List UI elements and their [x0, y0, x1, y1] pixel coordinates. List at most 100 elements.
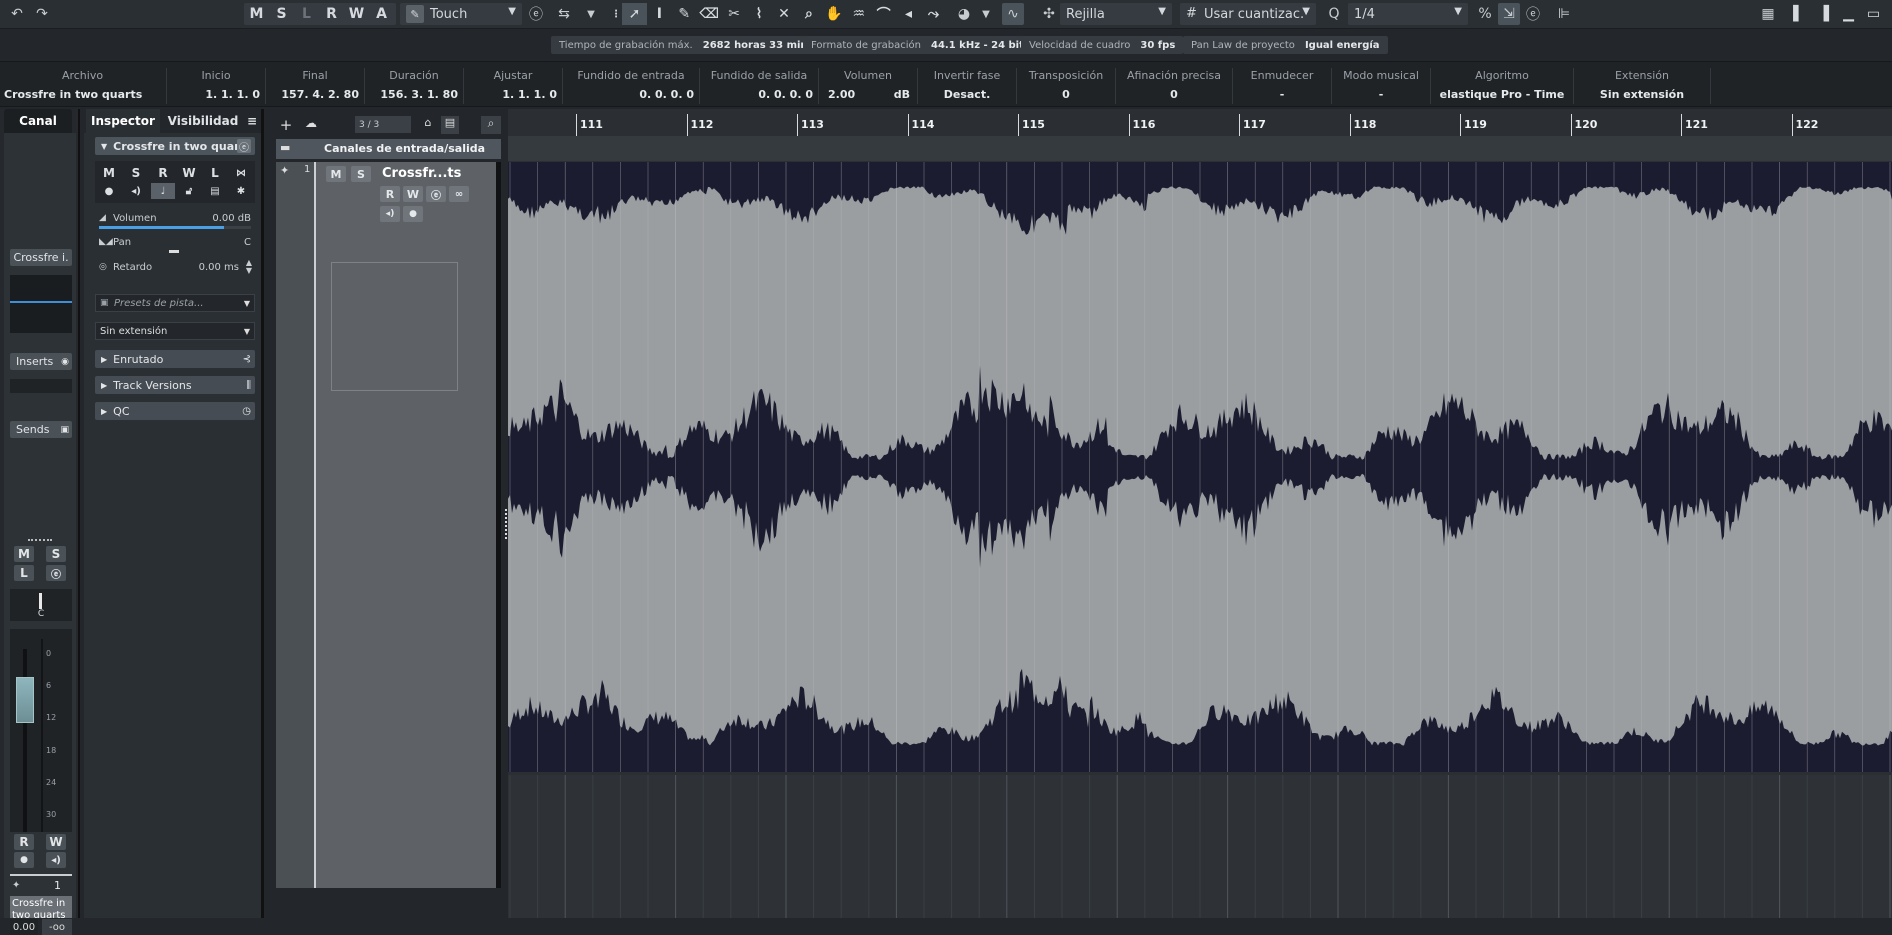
split-tool-icon[interactable]: ✂ [722, 3, 747, 25]
home-icon[interactable]: ⌂ [419, 116, 437, 134]
record-enable-icon[interactable]: ● [14, 852, 34, 868]
left-zone-icon[interactable]: ▌ [1786, 3, 1811, 25]
quantize-type-dropdown[interactable]: # Usar cuantizac. ▼ [1180, 3, 1316, 25]
layout-icon[interactable]: ▦ [1757, 3, 1779, 25]
quantize-icon[interactable]: Q [1323, 3, 1345, 25]
lock-icon[interactable]: 🔓︎ [177, 183, 201, 199]
asterisk-icon[interactable]: ✱ [229, 183, 253, 199]
write-button[interactable]: W [403, 186, 423, 202]
inserts-slot[interactable] [10, 379, 72, 393]
iterative-quantize-icon[interactable]: % [1474, 3, 1496, 25]
track-section-header[interactable]: ▼ Crossfre in two quarts ⓔ [95, 137, 255, 155]
max-rec-time-pill[interactable]: Tiempo de grabación máx. 2682 horas 33 m… [551, 36, 822, 54]
frame-rate-pill[interactable]: Velocidad de cuadro 30 fps [1021, 36, 1184, 54]
chevron-down-icon[interactable]: ▼ [975, 3, 997, 25]
solo-all-button[interactable]: S [269, 3, 294, 25]
track-picture-area[interactable] [331, 262, 458, 391]
snap-icon[interactable]: ✣ [1038, 3, 1060, 25]
info-invertir-fase[interactable]: Invertir fase Desact. [919, 62, 1015, 108]
mute-all-button[interactable]: M [244, 3, 269, 25]
write-button[interactable]: W [46, 834, 66, 850]
zoom-tool-icon[interactable]: ⌕ [796, 3, 821, 25]
time-warp-tool-icon[interactable]: ♒ [846, 3, 871, 25]
info-ajustar[interactable]: Ajustar 1. 1. 1. 0 [465, 62, 561, 108]
info-final[interactable]: Final 157. 4. 2. 80 [267, 62, 363, 108]
monitor-icon[interactable]: ◂) [380, 206, 400, 222]
read-button[interactable]: R [14, 834, 34, 850]
lanes-icon[interactable]: ∞ [449, 186, 469, 202]
info-algoritmo[interactable]: Algoritmo elastique Pro - Time [1432, 62, 1572, 108]
folder-track-header[interactable]: ▬ Canales de entrada/salida [276, 139, 501, 159]
lower-zone-icon[interactable]: ▁ [1836, 3, 1861, 25]
listen-button[interactable]: L [14, 565, 34, 581]
align-icon[interactable]: ⊫ [1553, 3, 1575, 25]
info-fundido-entrada[interactable]: Fundido de entrada 0. 0. 0. 0 [564, 62, 698, 108]
eraser-tool-icon[interactable]: ⌫ [697, 3, 722, 25]
sends-button[interactable]: Sends ▣ [10, 421, 72, 438]
listen-all-button[interactable]: L [294, 3, 319, 25]
info-transposicion[interactable]: Transposición 0 [1018, 62, 1114, 108]
volume-fader-handle[interactable] [16, 677, 34, 723]
write-all-button[interactable]: W [344, 3, 369, 25]
snap-type-dropdown[interactable]: Rejilla ▼ [1060, 3, 1172, 25]
inserts-button[interactable]: Inserts ◉ [10, 353, 72, 370]
info-modo-musical[interactable]: Modo musical - [1333, 62, 1429, 108]
marker-lane[interactable] [508, 136, 1892, 161]
pan-law-pill[interactable]: Pan Law de proyecto Igual energía [1183, 36, 1388, 54]
info-enmudecer[interactable]: Enmudecer - [1234, 62, 1330, 108]
channel-track-name[interactable]: Crossfre in two quarts [10, 896, 72, 918]
automation-mode-dropdown[interactable]: ✎ Touch ▼ [400, 3, 522, 25]
solo-button[interactable]: S [46, 546, 66, 562]
volume-readout[interactable]: 0.00 [10, 919, 38, 935]
tab-visibilidad[interactable]: Visibilidad [164, 109, 242, 133]
delay-param[interactable]: ◎ Retardo 0.00 ms ▲ ▼ [95, 259, 255, 280]
peak-readout[interactable]: -oo [42, 919, 72, 935]
search-icon[interactable]: ⌕ [481, 116, 501, 134]
section-track-versions[interactable]: ▶ Track Versions ⫼ [95, 376, 255, 394]
pan-param[interactable]: ◣◢ Pan C [95, 235, 255, 255]
edit-channel-button[interactable]: ⓔ [46, 565, 66, 581]
read-button[interactable]: R [151, 165, 175, 181]
info-extension[interactable]: Extensión Sin extensión [1575, 62, 1709, 108]
chevron-down-icon[interactable]: ▼ [580, 3, 602, 25]
edit-icon[interactable]: ⓔ [1522, 3, 1544, 25]
listen-button[interactable]: L [203, 165, 227, 181]
edit-channel-icon[interactable]: ⓔ [426, 186, 446, 202]
read-button[interactable]: R [380, 186, 400, 202]
stepper-icon[interactable]: ▲ ▼ [246, 259, 252, 275]
quantize-presets-icon[interactable]: ⇲ [1498, 3, 1520, 25]
pencil-tool-icon[interactable]: ✎ [672, 3, 697, 25]
select-tool-icon[interactable]: ➚ [621, 3, 647, 25]
lanes-icon[interactable]: ▤ [203, 183, 227, 199]
comp-tool-icon[interactable]: ⌒ [871, 3, 896, 25]
section-enrutado[interactable]: ▶ Enrutado ⊰ [95, 350, 255, 368]
tab-inspector[interactable]: Inspector [86, 109, 160, 133]
glue-tool-icon[interactable]: ⌇ [747, 3, 772, 25]
add-track-from-template-icon[interactable]: ☁ [301, 116, 321, 134]
track-presets-dropdown[interactable]: ▣ Presets de pista... ▼ [95, 294, 255, 312]
mute-button[interactable]: M [326, 166, 346, 182]
solo-button[interactable]: S [351, 166, 371, 182]
info-volumen[interactable]: Volumen 2.00 dB [820, 62, 916, 108]
tab-canal[interactable]: Canal [4, 109, 72, 133]
read-all-button[interactable]: R [319, 3, 344, 25]
redo-icon[interactable]: ↷ [31, 3, 53, 25]
undo-icon[interactable]: ↶ [6, 3, 28, 25]
add-track-icon[interactable]: + [277, 116, 295, 134]
monitor-icon[interactable]: ◂) [124, 183, 148, 199]
info-fundido-salida[interactable]: Fundido de salida 0. 0. 0. 0 [701, 62, 817, 108]
solo-button[interactable]: S [124, 165, 148, 181]
timebase-icon[interactable]: ♩ [151, 183, 175, 199]
audio-track[interactable]: ✦ 1 M S Crossfr...ts R W ⓔ ∞ ◂) ● [276, 162, 501, 888]
track-name[interactable]: Crossfr...ts [382, 166, 461, 181]
play-tool-icon[interactable]: ◂ [896, 3, 921, 25]
auto-scroll-icon[interactable]: ∿ [1002, 3, 1024, 25]
volume-param[interactable]: ◢ Volumen 0.00 dB [95, 211, 255, 231]
color-tool-icon[interactable]: ◕ [953, 3, 975, 25]
monitor-icon[interactable]: ◂) [46, 852, 66, 868]
channel-name-button[interactable]: Crossfre i. [10, 249, 72, 266]
record-enable-icon[interactable]: ● [97, 183, 121, 199]
drag-mode-icon[interactable]: ⇆ [553, 3, 575, 25]
extension-dropdown[interactable]: Sin extensión ▼ [95, 322, 255, 340]
info-archivo[interactable]: Archivo Crossfre in two quarts [0, 62, 165, 108]
